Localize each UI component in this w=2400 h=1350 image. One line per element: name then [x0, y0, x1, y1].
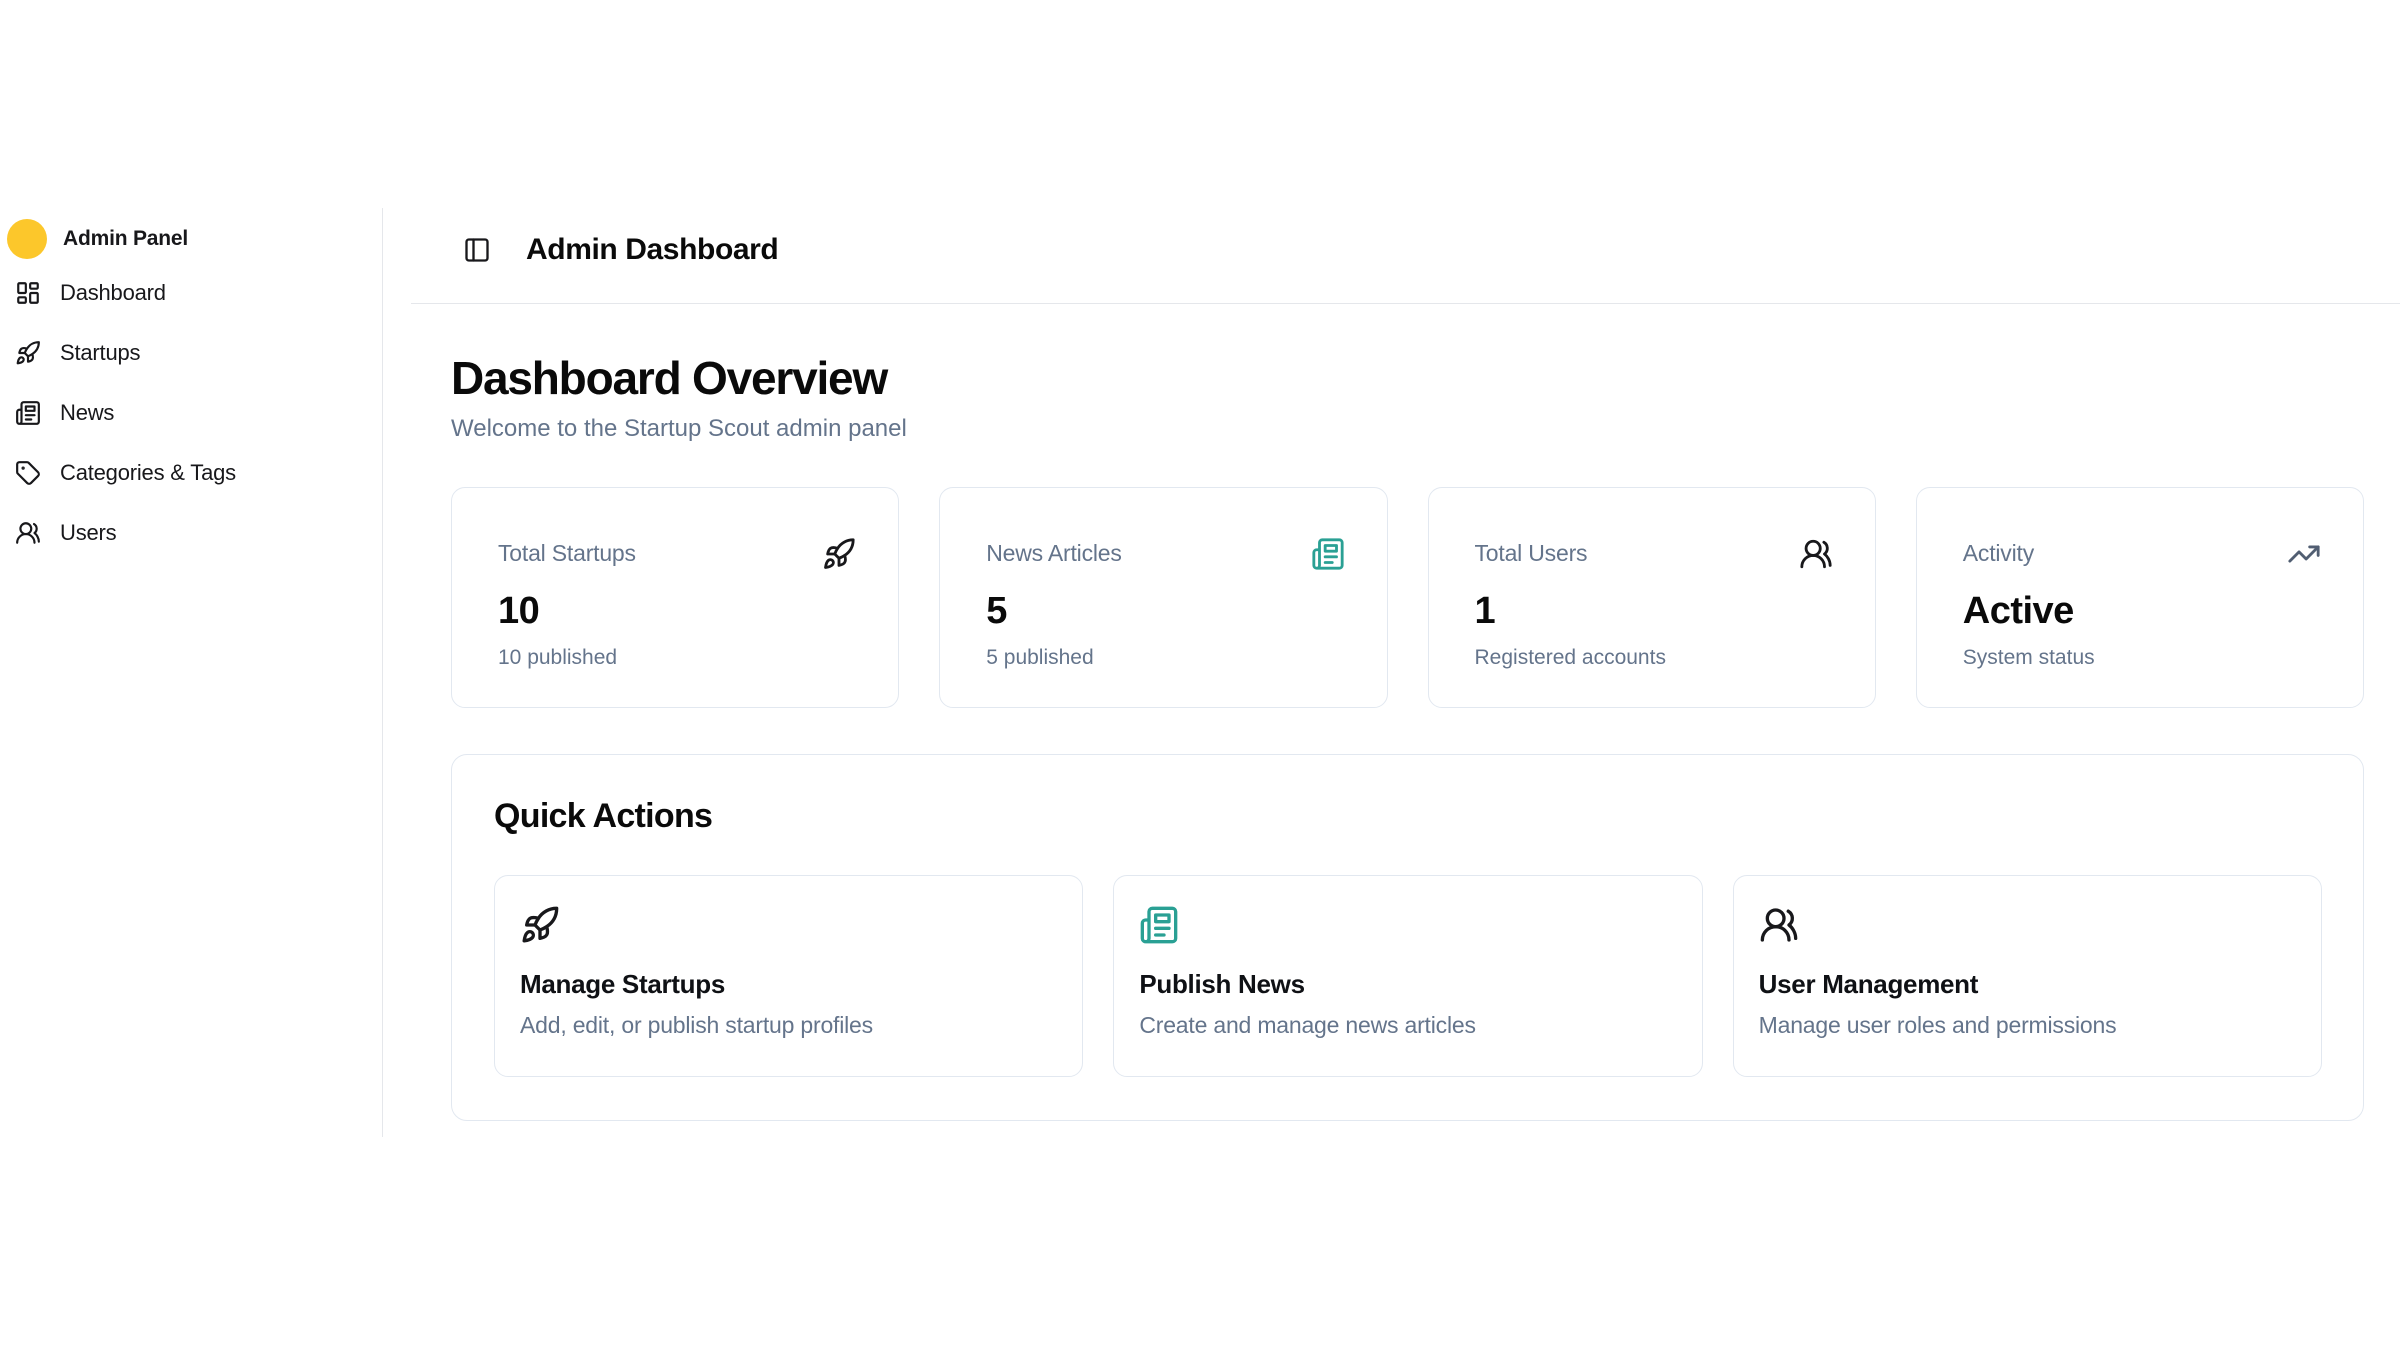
stat-value: Active: [1963, 590, 2321, 633]
stat-label: Total Users: [1475, 540, 1588, 567]
sidebar-item-label: Dashboard: [60, 280, 166, 306]
sidebar-toggle-button[interactable]: [463, 236, 491, 264]
newspaper-icon: [1311, 537, 1345, 571]
trending-up-icon: [2287, 537, 2321, 571]
action-description: Create and manage news articles: [1139, 1012, 1669, 1039]
main-area: Admin Dashboard Dashboard Overview Welco…: [383, 208, 2400, 1137]
stat-head: News Articles: [986, 537, 1344, 571]
sidebar: Admin Panel Dashboard Startups News Cate…: [0, 208, 383, 1137]
stat-subtext: Registered accounts: [1475, 646, 1833, 670]
stat-value: 1: [1475, 590, 1833, 633]
stat-label: Activity: [1963, 540, 2034, 567]
stat-subtext: 5 published: [986, 646, 1344, 670]
rocket-icon: [822, 537, 856, 571]
action-card-user-management[interactable]: User Management Manage user roles and pe…: [1733, 875, 2322, 1077]
quick-actions-title: Quick Actions: [494, 797, 2322, 836]
sidebar-item-news[interactable]: News: [7, 391, 366, 435]
overview-title: Dashboard Overview: [451, 352, 2364, 405]
users-icon: [1799, 537, 1833, 571]
action-card-manage-startups[interactable]: Manage Startups Add, edit, or publish st…: [494, 875, 1083, 1077]
stat-subtext: System status: [1963, 646, 2321, 670]
panel-left-icon: [463, 236, 491, 264]
stat-head: Total Users: [1475, 537, 1833, 571]
action-description: Add, edit, or publish startup profiles: [520, 1012, 1050, 1039]
stat-label: News Articles: [986, 540, 1121, 567]
quick-actions-grid: Manage Startups Add, edit, or publish st…: [494, 875, 2322, 1077]
stat-value: 10: [498, 590, 856, 633]
users-icon: [15, 520, 41, 546]
stat-label: Total Startups: [498, 540, 636, 567]
sidebar-item-users[interactable]: Users: [7, 511, 366, 555]
action-description: Manage user roles and permissions: [1759, 1012, 2289, 1039]
newspaper-icon: [15, 400, 41, 426]
stats-grid: Total Startups 10 10 published News Arti…: [451, 487, 2364, 708]
action-title: Manage Startups: [520, 969, 1050, 1000]
sidebar-nav: Dashboard Startups News Categories & Tag…: [7, 271, 366, 555]
stat-subtext: 10 published: [498, 646, 856, 670]
newspaper-icon: [1139, 905, 1669, 945]
sidebar-item-dashboard[interactable]: Dashboard: [7, 271, 366, 315]
brand: Admin Panel: [7, 219, 366, 259]
sidebar-item-label: News: [60, 400, 114, 426]
sidebar-item-label: Categories & Tags: [60, 460, 236, 486]
sidebar-item-categories-tags[interactable]: Categories & Tags: [7, 451, 366, 495]
tag-icon: [15, 460, 41, 486]
dashboard-content: Dashboard Overview Welcome to the Startu…: [383, 304, 2400, 1121]
stat-card-news-articles: News Articles 5 5 published: [939, 487, 1387, 708]
brand-logo-circle: [7, 219, 47, 259]
stat-card-total-startups: Total Startups 10 10 published: [451, 487, 899, 708]
sidebar-item-label: Startups: [60, 340, 140, 366]
users-icon: [1759, 905, 2289, 945]
rocket-icon: [520, 905, 1050, 945]
stat-head: Total Startups: [498, 537, 856, 571]
action-card-publish-news[interactable]: Publish News Create and manage news arti…: [1113, 875, 1702, 1077]
action-title: User Management: [1759, 969, 2289, 1000]
stat-head: Activity: [1963, 537, 2321, 571]
stat-card-total-users: Total Users 1 Registered accounts: [1428, 487, 1876, 708]
page-title: Admin Dashboard: [526, 233, 778, 267]
brand-name: Admin Panel: [63, 227, 188, 251]
sidebar-item-label: Users: [60, 520, 116, 546]
dashboard-icon: [15, 280, 41, 306]
sidebar-item-startups[interactable]: Startups: [7, 331, 366, 375]
stat-card-activity: Activity Active System status: [1916, 487, 2364, 708]
action-title: Publish News: [1139, 969, 1669, 1000]
app-root: Admin Panel Dashboard Startups News Cate…: [0, 208, 2400, 1137]
quick-actions-panel: Quick Actions Manage Startups Add, edit,…: [451, 754, 2364, 1121]
rocket-icon: [15, 340, 41, 366]
stat-value: 5: [986, 590, 1344, 633]
overview-subtitle: Welcome to the Startup Scout admin panel: [451, 415, 2364, 443]
top-header: Admin Dashboard: [411, 208, 2400, 304]
